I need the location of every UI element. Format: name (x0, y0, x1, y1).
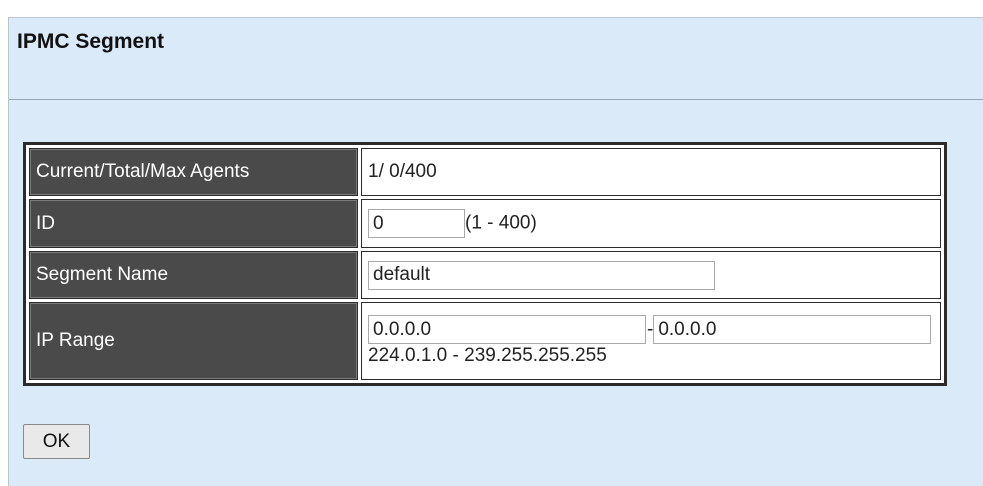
segment-settings-table: Current/Total/Max Agents 1/ 0/400 ID (1 … (23, 142, 947, 386)
agents-row: Current/Total/Max Agents 1/ 0/400 (29, 148, 941, 196)
id-row: ID (1 - 400) (29, 199, 941, 248)
ip-range-start-input[interactable] (368, 315, 646, 344)
ip-range-cell: - 224.0.1.0 - 239.255.255.255 (361, 302, 941, 380)
ip-range-label: IP Range (29, 302, 358, 380)
ip-range-hint: 224.0.1.0 - 239.255.255.255 (368, 345, 607, 366)
segment-name-label: Segment Name (29, 251, 358, 299)
id-range-hint: (1 - 400) (465, 212, 537, 234)
agents-value: 1/ 0/400 (361, 148, 941, 196)
ip-range-end-input[interactable] (653, 315, 932, 344)
ok-button[interactable]: OK (23, 424, 90, 459)
id-cell: (1 - 400) (361, 199, 941, 248)
agents-label: Current/Total/Max Agents (29, 148, 358, 196)
id-label: ID (29, 199, 358, 248)
ip-range-row: IP Range - 224.0.1.0 - 239.255.255.255 (29, 302, 941, 380)
segment-name-input[interactable] (368, 260, 715, 290)
page-title: IPMC Segment (17, 30, 165, 53)
segment-name-cell (361, 251, 941, 299)
segment-name-row: Segment Name (29, 251, 941, 299)
id-input[interactable] (368, 209, 465, 238)
title-divider (9, 99, 983, 100)
